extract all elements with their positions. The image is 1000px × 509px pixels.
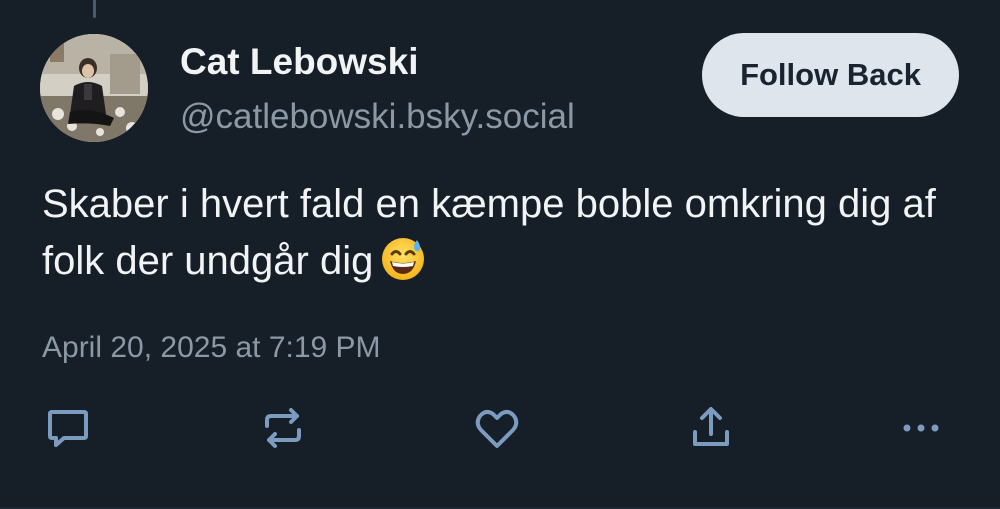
post-timestamp[interactable]: April 20, 2025 at 7:19 PM xyxy=(42,328,381,368)
display-name[interactable]: Cat Lebowski xyxy=(180,40,419,84)
post-container: Cat Lebowski @catlebowski.bsky.social Fo… xyxy=(0,0,1000,509)
share-upload-icon xyxy=(693,407,729,446)
post-text-content: Skaber i hvert fald en kæmpe boble omkri… xyxy=(42,182,936,283)
avatar[interactable] xyxy=(40,34,148,142)
grinning-face-with-sweat-icon xyxy=(379,234,427,298)
action-bar xyxy=(0,400,1000,460)
like-button[interactable] xyxy=(469,400,525,456)
reply-button[interactable] xyxy=(40,400,96,456)
repost-arrows-icon xyxy=(265,408,301,448)
post-text: Skaber i hvert fald en kæmpe boble omkri… xyxy=(42,176,942,298)
more-options-button[interactable] xyxy=(893,400,949,456)
repost-button[interactable] xyxy=(255,400,311,456)
follow-back-button[interactable]: Follow Back xyxy=(702,33,959,117)
share-button[interactable] xyxy=(683,400,739,456)
speech-bubble-icon xyxy=(48,410,88,447)
heart-outline-icon xyxy=(475,409,519,448)
user-handle[interactable]: @catlebowski.bsky.social xyxy=(180,96,575,138)
avatar-image xyxy=(40,34,148,142)
thread-line xyxy=(93,0,96,18)
more-dots-icon xyxy=(903,424,939,432)
